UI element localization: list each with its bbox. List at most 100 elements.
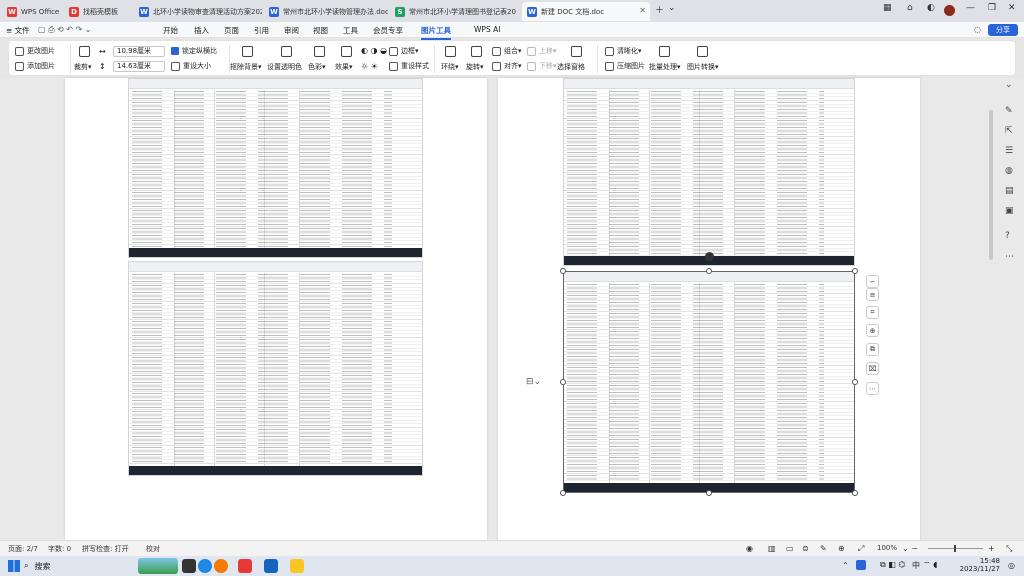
lock-ratio-checkbox[interactable]: 锁定纵横比 — [171, 46, 217, 56]
contrast-icons[interactable]: ☼ ☀ — [361, 62, 378, 71]
border-button[interactable]: 边框 ▾ — [389, 46, 419, 56]
select-icon[interactable]: ⇱ — [1005, 126, 1013, 136]
layout-options-icon[interactable]: ⊟⌄ — [526, 377, 541, 387]
web-view-icon[interactable]: ⊜ — [802, 544, 809, 553]
collapse-icon[interactable]: ⌄ — [1005, 80, 1013, 90]
bring-forward-button[interactable]: 上移 ▾ — [527, 46, 557, 56]
effects-button[interactable]: 效果 ▾ — [335, 62, 353, 72]
skin-icon[interactable]: ◐ — [927, 3, 935, 13]
align-button[interactable]: 对齐 ▾ — [492, 61, 522, 71]
fullscreen-icon[interactable]: ⤢ — [858, 544, 864, 554]
vertical-scrollbar[interactable] — [989, 110, 993, 260]
menu-review[interactable]: 审阅 — [284, 25, 299, 36]
selection-pane-button[interactable]: 选择窗格 — [557, 62, 585, 72]
outline-icon[interactable]: ✎ — [820, 544, 827, 553]
share-button[interactable]: 分享 — [988, 24, 1018, 36]
clock[interactable]: 15:48 2023/11/27 — [958, 557, 1000, 573]
tab-new-doc[interactable]: W 新建 DOC 文档.doc ✕ — [522, 2, 650, 21]
group-button[interactable]: 组合 ▾ — [492, 46, 522, 56]
minimize-icon[interactable]: — — [966, 3, 975, 13]
spell-check[interactable]: 拼写检查: 打开 — [82, 544, 129, 554]
close-icon[interactable]: ✕ — [639, 6, 646, 15]
tab-document-2[interactable]: W 常州市北环小学读物管理办法.doc — [264, 2, 388, 21]
avatar[interactable] — [944, 5, 955, 16]
bell-icon[interactable]: ⌂ — [907, 3, 913, 13]
menu-picture-tools[interactable]: 图片工具 — [421, 25, 451, 40]
word-count[interactable]: 字数: 0 — [48, 544, 71, 554]
tab-spreadsheet[interactable]: S 常州市北环小学清理图书登记表20 — [390, 2, 520, 21]
zoom-level[interactable]: 100% — [877, 544, 897, 552]
format-icon[interactable]: ▤ — [1005, 186, 1014, 196]
batch-button[interactable]: 批量处理 ▾ — [649, 62, 681, 72]
resize-handle[interactable] — [706, 268, 712, 274]
more-top-icon[interactable]: − — [866, 275, 879, 288]
set-transparent-button[interactable]: 设置透明色 — [267, 62, 302, 72]
embedded-screenshot[interactable] — [128, 78, 423, 258]
crop-button[interactable]: 裁剪 ▾ — [74, 62, 92, 72]
new-tab-icon[interactable]: ＋ — [655, 3, 664, 16]
resize-handle[interactable] — [560, 268, 566, 274]
height-input[interactable]: 14.63厘米 — [113, 61, 165, 72]
embedded-screenshot[interactable] — [128, 261, 423, 476]
globe-icon[interactable]: ⊕ — [838, 544, 845, 553]
resize-handle[interactable] — [706, 490, 712, 496]
adjust-icon[interactable]: ☰ — [1005, 146, 1013, 156]
chevron-down-icon[interactable]: ⌄ — [668, 3, 676, 13]
firefox-icon[interactable] — [214, 559, 228, 573]
close-window-icon[interactable]: ✕ — [1008, 3, 1016, 13]
notification-icon[interactable]: ◎ — [1008, 561, 1015, 570]
resize-handle[interactable] — [852, 490, 858, 496]
menu-tools[interactable]: 工具 — [343, 25, 358, 36]
wps-ai-button[interactable]: WPS AI — [474, 25, 500, 34]
remove-background-button[interactable]: 抠除背景 ▾ — [230, 62, 262, 72]
convert-button[interactable]: 图片转换 ▾ — [687, 62, 719, 72]
help-icon[interactable]: ? — [1005, 231, 1010, 241]
zoom-in-icon[interactable]: + — [988, 544, 995, 553]
quick-access-icons[interactable]: ▢ ⎙ ⟲ ↶ ↷ ⌄ — [38, 25, 92, 35]
copy-icon[interactable]: ⧉ — [866, 343, 879, 356]
proofread[interactable]: 校对 — [146, 544, 160, 554]
change-image-button[interactable]: 更改图片 — [15, 46, 55, 56]
selected-screenshot[interactable] — [563, 271, 855, 493]
image-panel-icon[interactable]: ▣ — [1005, 206, 1014, 216]
edit-icon[interactable]: ✎ — [1005, 106, 1013, 116]
color-button[interactable]: 色彩 ▾ — [308, 62, 326, 72]
embedded-screenshot[interactable] — [563, 78, 855, 266]
resize-handle[interactable] — [852, 379, 858, 385]
more-icon[interactable]: ⋯ — [866, 382, 879, 395]
menu-insert[interactable]: 插入 — [194, 25, 209, 36]
taskbar-search[interactable]: ⌕ 搜索 — [24, 559, 134, 573]
menu-home[interactable]: 开始 — [163, 25, 178, 36]
tab-document-1[interactable]: W 北环小学读物审查清理活动方案2023 — [134, 2, 262, 21]
edge-icon[interactable] — [198, 559, 212, 573]
menu-view[interactable]: 视图 — [313, 25, 328, 36]
windows-start-icon[interactable] — [8, 560, 20, 572]
wps-taskbar-icon[interactable] — [238, 559, 252, 573]
reset-size-button[interactable]: 重设大小 — [171, 61, 211, 71]
reset-style-button[interactable]: 重设样式 — [389, 61, 429, 71]
zoom-slider-thumb[interactable] — [954, 545, 956, 552]
page-indicator[interactable]: 页面: 2/7 — [8, 544, 38, 554]
ime-indicator[interactable]: 中 — [912, 560, 920, 571]
width-input[interactable]: 10.98厘米 — [113, 46, 165, 57]
tray-app-icon[interactable] — [856, 560, 866, 570]
resize-handle[interactable] — [852, 268, 858, 274]
zoom-icon[interactable]: ⊕ — [866, 324, 879, 337]
wrap-button[interactable]: 环绕 ▾ — [441, 62, 459, 72]
crop-tool-icon[interactable]: ⌗ — [866, 306, 879, 319]
zoom-dropdown-icon[interactable]: ⌄ − — [902, 544, 918, 553]
tray-chevron-icon[interactable]: ⌃ — [842, 561, 849, 570]
grid-icon[interactable]: ▦ — [883, 3, 892, 13]
resize-handle[interactable] — [560, 490, 566, 496]
page-view-icon[interactable]: ▥ — [768, 544, 776, 553]
widgets-icon[interactable] — [138, 558, 178, 574]
tray-icons[interactable]: ⧉ ◧ ⌬ — [880, 560, 905, 570]
eye-icon[interactable]: ◉ — [746, 544, 753, 553]
scan-icon[interactable]: ⌧ — [866, 362, 879, 375]
rotate-handle[interactable] — [705, 252, 714, 261]
sharpen-button[interactable]: 清晰化 ▾ — [605, 46, 642, 56]
add-image-button[interactable]: 添加图片 — [15, 61, 55, 71]
rotate-button[interactable]: 旋转 ▾ — [466, 62, 484, 72]
menu-reference[interactable]: 引用 — [254, 25, 269, 36]
network-icon[interactable]: ⌔ ◖ — [923, 560, 937, 570]
